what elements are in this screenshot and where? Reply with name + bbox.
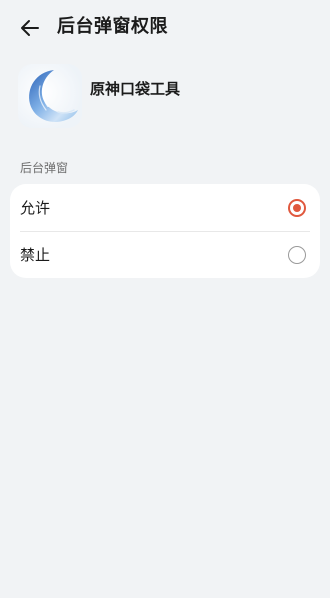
- option-allow[interactable]: 允许: [10, 184, 320, 231]
- option-label: 禁止: [20, 246, 51, 264]
- arrow-left-icon: [21, 20, 39, 36]
- top-bar: 后台弹窗权限: [0, 0, 330, 56]
- option-label: 允许: [20, 199, 51, 217]
- radio-unselected-icon[interactable]: [288, 246, 306, 264]
- crescent-moon-app-icon: [18, 64, 82, 128]
- section-label: 后台弹窗: [20, 161, 69, 175]
- option-deny[interactable]: 禁止: [10, 231, 320, 278]
- radio-selected-icon[interactable]: [288, 199, 306, 217]
- app-info-row: 原神口袋工具: [0, 60, 330, 130]
- page-title: 后台弹窗权限: [57, 16, 168, 37]
- options-card: 允许 禁止: [10, 184, 320, 278]
- back-button[interactable]: [14, 12, 46, 44]
- app-name: 原神口袋工具: [90, 80, 181, 98]
